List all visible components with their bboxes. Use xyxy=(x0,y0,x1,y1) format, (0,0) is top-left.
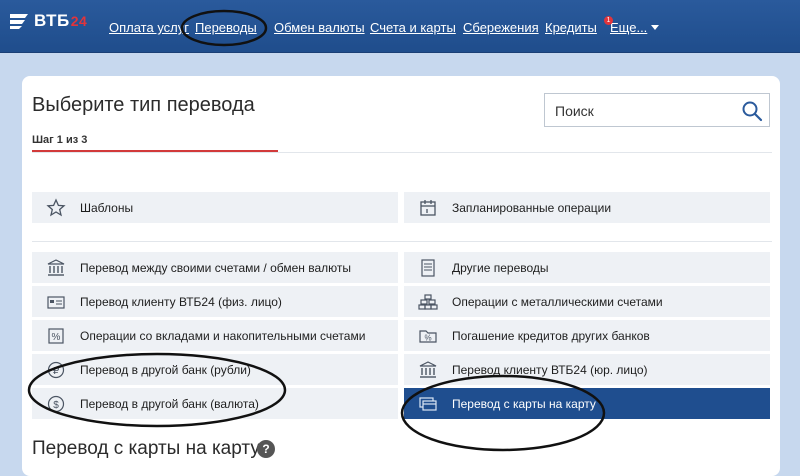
option-scheduled-operations[interactable]: Запланированные операции xyxy=(404,192,770,223)
option-label: Перевод клиенту ВТБ24 (юр. лицо) xyxy=(452,362,648,377)
option-label: Перевод между своими счетами / обмен вал… xyxy=(80,260,352,275)
nav-item-currency-exchange[interactable]: Обмен валюты xyxy=(274,20,365,35)
option-label: Другие переводы xyxy=(452,260,549,275)
top-navigation-bar: ВТБ 24 Оплата услуг Переводы Обмен валюты… xyxy=(0,0,800,53)
option-other-bank-loans[interactable]: % Погашение кредитов других банков xyxy=(404,320,770,351)
option-other-bank-rub[interactable]: ₽ Перевод в другой банк (рубли) xyxy=(32,354,398,385)
percent-folder-icon: % xyxy=(419,329,437,343)
section-divider xyxy=(32,241,772,242)
option-metal-accounts[interactable]: Операции с металлическими счетами xyxy=(404,286,770,317)
bank-icon xyxy=(419,360,437,378)
option-deposit-operations[interactable]: % Операции со вкладами и накопительными … xyxy=(32,320,398,351)
search-icon[interactable] xyxy=(741,100,763,122)
nav-item-more[interactable]: Еще... xyxy=(610,20,647,35)
option-label: Погашение кредитов других банков xyxy=(452,328,650,343)
nav-item-savings[interactable]: Сбережения xyxy=(463,20,539,35)
option-vtb24-legal-transfer[interactable]: Перевод клиенту ВТБ24 (юр. лицо) xyxy=(404,354,770,385)
help-icon[interactable]: ? xyxy=(257,440,275,458)
chevron-down-icon[interactable] xyxy=(651,25,659,30)
option-label: Шаблоны xyxy=(80,200,134,215)
card-person-icon xyxy=(47,295,65,309)
transfer-type-card: Выберите тип перевода Шаг 1 из 3 Шаблоны… xyxy=(22,76,780,476)
option-vtb24-individual-transfer[interactable]: Перевод клиенту ВТБ24 (физ. лицо) xyxy=(32,286,398,317)
option-card-to-card[interactable]: Перевод с карты на карту xyxy=(404,388,770,419)
option-label: Операции со вкладами и накопительными сч… xyxy=(80,328,366,343)
svg-text:$: $ xyxy=(53,400,59,411)
svg-text:%: % xyxy=(424,333,431,342)
gold-bars-icon xyxy=(418,293,438,310)
option-templates[interactable]: Шаблоны xyxy=(32,192,398,223)
dollar-coin-icon: $ xyxy=(47,395,65,412)
step-indicator: Шаг 1 из 3 xyxy=(32,134,88,146)
document-icon xyxy=(421,258,435,277)
option-own-accounts-transfer[interactable]: Перевод между своими счетами / обмен вал… xyxy=(32,252,398,283)
vtb-logo-mark-icon xyxy=(10,14,28,29)
nav-item-credits[interactable]: Кредиты xyxy=(545,20,597,35)
ruble-coin-icon: ₽ xyxy=(47,361,65,378)
option-label: Перевод в другой банк (рубли) xyxy=(80,362,251,377)
search-box xyxy=(544,93,770,127)
deposit-icon: % xyxy=(48,327,64,344)
svg-text:%: % xyxy=(52,332,61,343)
brand-name: ВТБ xyxy=(34,11,70,30)
cards-icon xyxy=(419,396,437,411)
option-label: Перевод в другой банк (валюта) xyxy=(80,396,259,411)
vtb24-logo[interactable]: ВТБ 24 xyxy=(8,8,87,34)
star-icon xyxy=(46,197,66,216)
option-other-transfers[interactable]: Другие переводы xyxy=(404,252,770,283)
option-label: Перевод клиенту ВТБ24 (физ. лицо) xyxy=(80,294,282,309)
bank-icon xyxy=(47,258,65,276)
notification-badge: 1 xyxy=(604,16,613,25)
nav-item-payments[interactable]: Оплата услуг xyxy=(109,20,189,35)
section-title: Перевод с карты на карту xyxy=(32,438,260,459)
option-label: Запланированные операции xyxy=(452,200,612,215)
calendar-icon xyxy=(420,199,436,216)
option-other-bank-currency[interactable]: $ Перевод в другой банк (валюта) xyxy=(32,388,398,419)
brand-suffix: 24 xyxy=(70,13,88,29)
svg-text:₽: ₽ xyxy=(53,366,60,377)
nav-item-transfers[interactable]: Переводы xyxy=(195,20,257,35)
page-title: Выберите тип перевода xyxy=(32,94,255,116)
step-track xyxy=(32,152,772,153)
step-progress xyxy=(32,150,278,152)
search-input[interactable] xyxy=(553,100,727,122)
nav-item-accounts-cards[interactable]: Счета и карты xyxy=(370,20,456,35)
option-label: Перевод с карты на карту xyxy=(452,396,596,411)
option-label: Операции с металлическими счетами xyxy=(452,294,663,309)
